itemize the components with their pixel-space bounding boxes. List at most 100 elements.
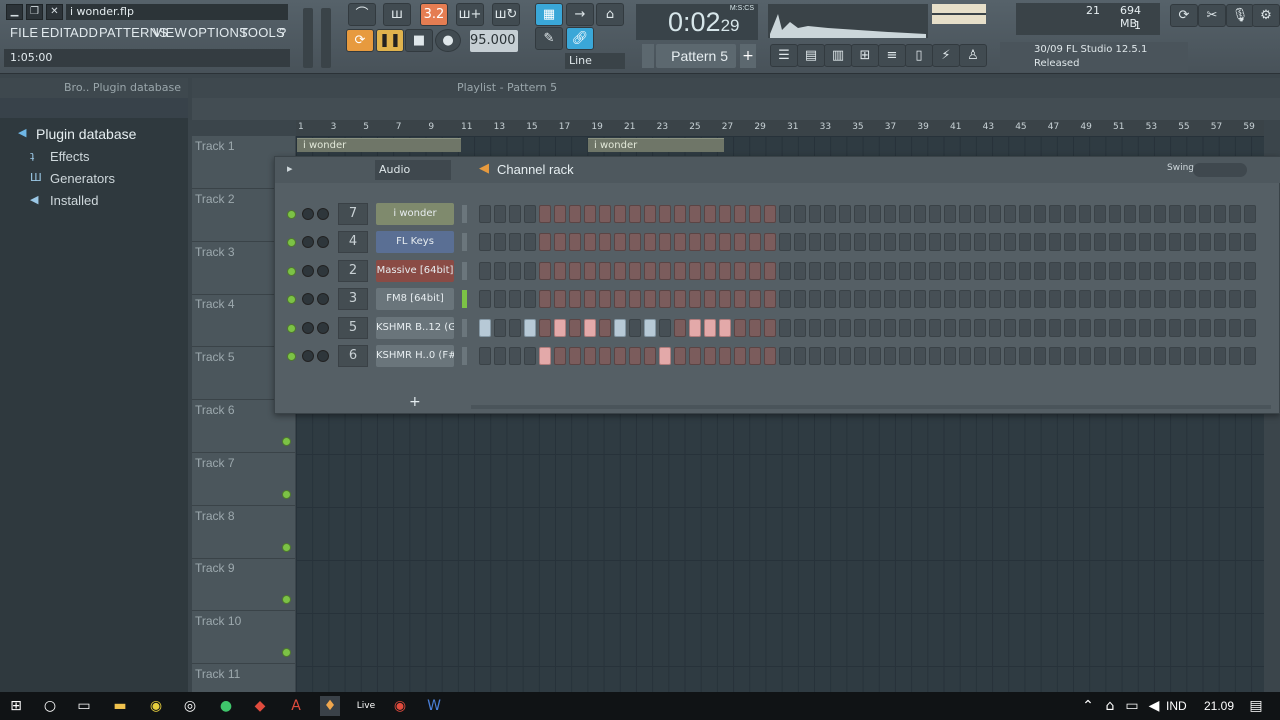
step-button[interactable] xyxy=(1109,205,1121,223)
step-button[interactable] xyxy=(884,290,896,309)
step-button[interactable] xyxy=(734,347,746,365)
step-button[interactable] xyxy=(779,205,791,223)
step-button[interactable] xyxy=(779,347,791,365)
step-button[interactable] xyxy=(539,233,551,252)
step-button[interactable] xyxy=(839,318,851,337)
channel-mixer-track[interactable]: 5 xyxy=(338,316,368,339)
step-button[interactable] xyxy=(584,205,596,223)
browser-item-installed[interactable]: Installed xyxy=(50,193,98,208)
countdown-button[interactable]: 3.2 xyxy=(420,3,448,26)
menu-help[interactable]: ? xyxy=(279,24,286,42)
step-button[interactable] xyxy=(734,205,746,223)
step-button[interactable] xyxy=(1169,290,1181,309)
step-button[interactable] xyxy=(659,205,671,223)
step-button[interactable] xyxy=(479,261,491,280)
step-button[interactable] xyxy=(479,318,491,337)
master-pitch-slider[interactable] xyxy=(321,8,331,68)
step-button[interactable] xyxy=(629,347,641,365)
metronome-button[interactable]: ⌒ xyxy=(348,3,376,26)
step-button[interactable] xyxy=(689,318,701,337)
record-button[interactable]: ● xyxy=(435,29,461,52)
step-button[interactable] xyxy=(1109,318,1121,337)
step-button[interactable] xyxy=(644,233,656,252)
step-button[interactable] xyxy=(1199,347,1211,365)
track-header[interactable]: Track 9 xyxy=(192,558,295,612)
step-button[interactable] xyxy=(479,233,491,252)
step-button[interactable] xyxy=(884,347,896,365)
step-button[interactable] xyxy=(959,233,971,252)
step-button[interactable] xyxy=(989,290,1001,309)
channel-mixer-track[interactable]: 3 xyxy=(338,288,368,311)
step-button[interactable] xyxy=(1049,205,1061,223)
task-view-icon[interactable]: ▭ xyxy=(74,696,94,716)
step-button[interactable] xyxy=(674,290,686,309)
step-button[interactable] xyxy=(914,261,926,280)
notifications-icon[interactable]: ▤ xyxy=(1246,696,1266,716)
network-icon[interactable]: ⌂ xyxy=(1100,696,1120,716)
track-mute-toggle[interactable] xyxy=(282,437,291,446)
step-button[interactable] xyxy=(1199,290,1211,309)
step-button[interactable] xyxy=(884,233,896,252)
channel-volume-knob[interactable] xyxy=(317,350,329,362)
step-button[interactable] xyxy=(944,347,956,365)
step-button[interactable] xyxy=(854,205,866,223)
channel-volume-knob[interactable] xyxy=(317,321,329,334)
step-button[interactable] xyxy=(1214,205,1226,223)
channel-pan-knob[interactable] xyxy=(302,321,314,334)
step-button[interactable] xyxy=(719,318,731,337)
step-button[interactable] xyxy=(719,261,731,280)
step-button[interactable] xyxy=(1169,347,1181,365)
step-button[interactable] xyxy=(524,318,536,337)
step-button[interactable] xyxy=(959,290,971,309)
channel-volume-knob[interactable] xyxy=(317,264,329,277)
snap-select[interactable]: Line xyxy=(565,53,625,69)
file-explorer-icon[interactable]: ▬ xyxy=(110,696,130,716)
step-button[interactable] xyxy=(884,318,896,337)
step-button[interactable] xyxy=(989,261,1001,280)
link-button[interactable]: 🔗︎ xyxy=(566,27,594,50)
step-button[interactable] xyxy=(1139,290,1151,309)
step-button[interactable] xyxy=(749,205,761,223)
step-button[interactable] xyxy=(1079,233,1091,252)
step-button[interactable] xyxy=(704,233,716,252)
step-button[interactable] xyxy=(794,205,806,223)
fl-studio-icon[interactable]: ♦ xyxy=(320,696,340,716)
ableton-live-icon[interactable]: Live xyxy=(356,696,376,716)
step-button[interactable] xyxy=(764,205,776,223)
step-arrow-button[interactable]: → xyxy=(566,3,594,26)
channel-name-button[interactable]: i wonder xyxy=(376,203,454,225)
step-button[interactable] xyxy=(1079,347,1091,365)
step-button[interactable] xyxy=(554,233,566,252)
channel-name-button[interactable]: KSHMR B..12 (G) xyxy=(376,316,454,339)
step-button[interactable] xyxy=(809,205,821,223)
step-button[interactable] xyxy=(494,233,506,252)
step-button[interactable] xyxy=(779,318,791,337)
step-button[interactable] xyxy=(914,290,926,309)
step-button[interactable] xyxy=(614,290,626,309)
news-panel[interactable]: 30/09 FL Studio 12.5.1 Released xyxy=(1000,42,1188,72)
step-button[interactable] xyxy=(659,290,671,309)
step-button[interactable] xyxy=(704,318,716,337)
step-button[interactable] xyxy=(1154,347,1166,365)
close-button[interactable]: ✕ xyxy=(46,4,63,20)
channel-mute-toggle[interactable] xyxy=(287,266,296,276)
step-button[interactable] xyxy=(929,347,941,365)
step-button[interactable] xyxy=(779,233,791,252)
step-button[interactable] xyxy=(1004,290,1016,309)
step-button[interactable] xyxy=(914,318,926,337)
step-button[interactable] xyxy=(944,205,956,223)
step-button[interactable] xyxy=(1139,261,1151,280)
step-button[interactable] xyxy=(824,205,836,223)
step-button[interactable] xyxy=(629,205,641,223)
step-button[interactable] xyxy=(689,290,701,309)
step-button[interactable] xyxy=(569,233,581,252)
step-button[interactable] xyxy=(869,233,881,252)
step-button[interactable] xyxy=(839,261,851,280)
step-button[interactable] xyxy=(974,347,986,365)
mixer-button[interactable]: ≡ xyxy=(878,44,906,67)
step-button[interactable] xyxy=(764,233,776,252)
step-button[interactable] xyxy=(1229,233,1241,252)
step-button[interactable] xyxy=(614,261,626,280)
channel-name-button[interactable]: FM8 [64bit] xyxy=(376,288,454,311)
channel-pan-knob[interactable] xyxy=(302,350,314,362)
